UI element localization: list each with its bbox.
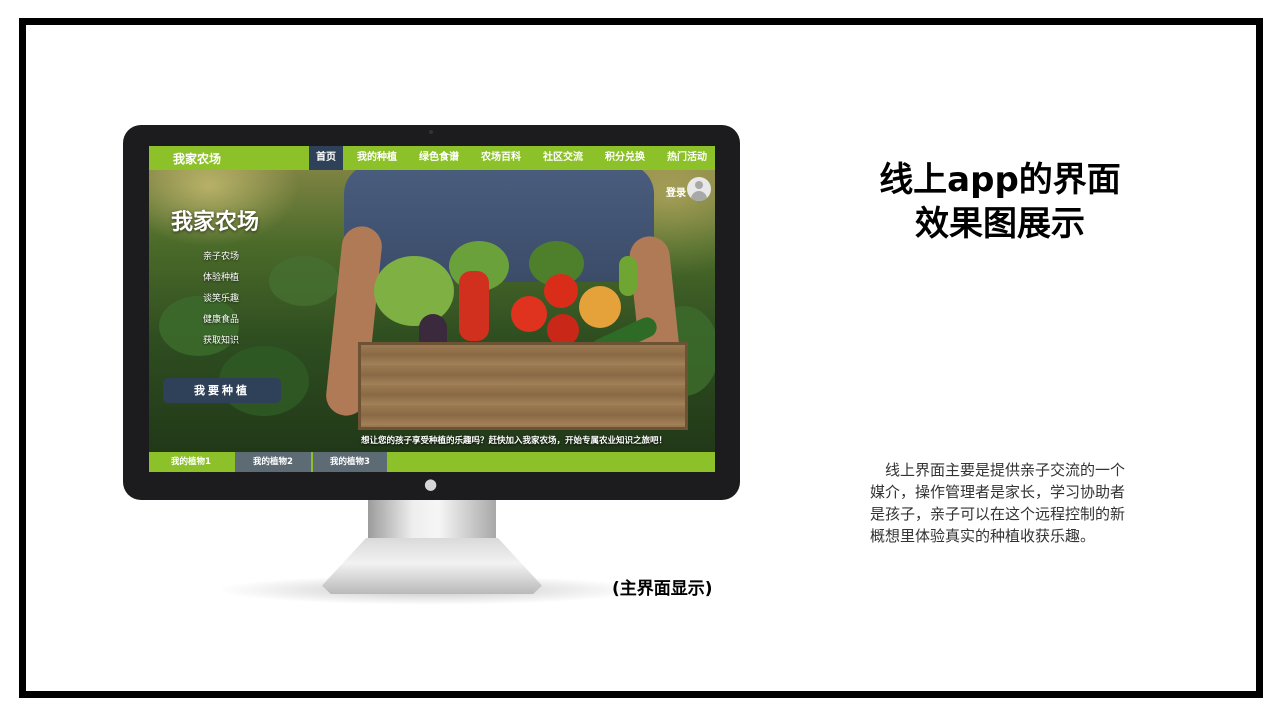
red-pepper (459, 271, 489, 341)
green-pepper (619, 256, 637, 296)
nav-farm-wiki[interactable]: 农场百科 (473, 146, 529, 170)
monitor-stand-neck (368, 500, 496, 540)
avatar-head (695, 181, 703, 189)
slide-title-line-2: 效果图展示 (915, 204, 1085, 244)
tomato (511, 296, 547, 332)
nav-my-planting[interactable]: 我的种植 (349, 146, 405, 170)
slogan-text: 想让您的孩子享受种植的乐趣吗？赶快加入我家农场，开始专属农业知识之旅吧！ (361, 436, 668, 446)
login-link[interactable]: 登录 (666, 184, 686, 199)
apple-logo-icon: ● (424, 475, 438, 493)
tomato (544, 274, 578, 308)
camera-dot (429, 130, 433, 134)
slide-description: 线上界面主要是提供亲子交流的一个媒介，操作管理者是家长，学习协助者是孩子，亲子可… (870, 461, 1126, 545)
slide-title-line-1: 线上app的界面 (879, 160, 1121, 200)
top-nav-bar: 我家农场 首页 我的种植 绿色食谱 农场百科 社区交流 积分兑换 热门活动 (149, 146, 715, 170)
brand-logo-text[interactable]: 我家农场 (173, 150, 221, 167)
slide-title: 线上app的界面 效果图展示 (860, 158, 1140, 246)
foliage-shape (159, 296, 239, 356)
foliage-shape (269, 256, 339, 306)
nav-points-exchange[interactable]: 积分兑换 (597, 146, 653, 170)
user-avatar-icon[interactable] (687, 177, 711, 201)
side-menu-item[interactable]: 健康食品 (203, 312, 239, 325)
yellow-tomato (579, 286, 621, 328)
tab-my-plant-3[interactable]: 我的植物3 (313, 452, 387, 472)
wooden-crate (358, 342, 688, 430)
side-menu-item[interactable]: 获取知识 (203, 333, 239, 346)
nav-green-recipes[interactable]: 绿色食谱 (411, 146, 467, 170)
app-screen: 我家农场 首页 我的种植 绿色食谱 农场百科 社区交流 积分兑换 热门活动 登录… (149, 146, 715, 472)
nav-hot-events[interactable]: 热门活动 (659, 146, 715, 170)
lettuce (374, 256, 454, 326)
nav-home[interactable]: 首页 (309, 146, 343, 170)
side-menu-item[interactable]: 谈笑乐趣 (203, 291, 239, 304)
tab-my-plant-2[interactable]: 我的植物2 (235, 452, 311, 472)
side-menu-item[interactable]: 体验种植 (203, 270, 239, 283)
tab-my-plant-1[interactable]: 我的植物1 (149, 452, 233, 472)
hero-title: 我家农场 (171, 210, 260, 235)
plant-tab-bar: 我的植物1 我的植物2 我的植物3 (149, 452, 715, 472)
avatar-body (691, 191, 707, 201)
image-caption: (主界面显示) (612, 579, 713, 599)
nav-community[interactable]: 社区交流 (535, 146, 591, 170)
start-planting-button[interactable]: 我要种植 (163, 378, 281, 403)
side-menu-item[interactable]: 亲子农场 (203, 249, 239, 262)
monitor-mockup: 我家农场 首页 我的种植 绿色食谱 农场百科 社区交流 积分兑换 热门活动 登录… (123, 125, 740, 500)
